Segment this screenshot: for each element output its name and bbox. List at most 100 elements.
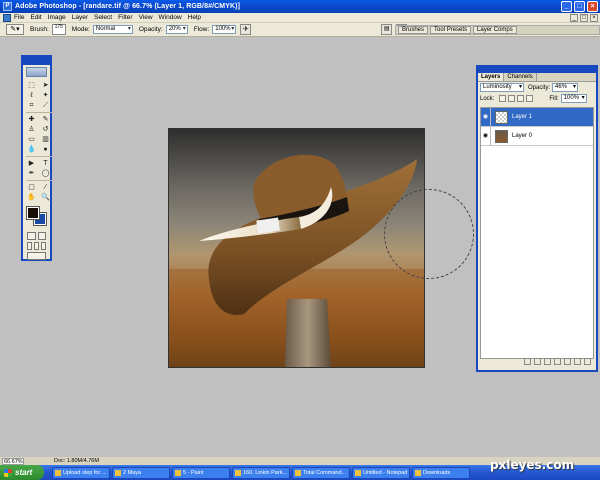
link-layers-icon[interactable]	[524, 358, 531, 365]
new-group-icon[interactable]	[564, 358, 571, 365]
eye-icon[interactable]: ◉	[481, 107, 491, 127]
lock-pixels-icon[interactable]	[508, 95, 516, 102]
menu-select[interactable]: Select	[94, 14, 112, 21]
taskbar-item[interactable]: Untitled - Notepad	[352, 466, 410, 479]
menu-file[interactable]: File	[14, 14, 24, 21]
dodge-tool-icon[interactable]: ●	[40, 145, 51, 154]
trash-icon[interactable]	[584, 358, 591, 365]
toolbox-header[interactable]	[23, 57, 50, 65]
standard-mode-icon[interactable]	[27, 232, 36, 240]
watermark: pxleyes.com	[490, 458, 575, 472]
menu-filter[interactable]: Filter	[118, 14, 132, 21]
opacity-label: Opacity:	[138, 26, 163, 33]
adjustment-layer-icon[interactable]	[554, 358, 561, 365]
brush-picker[interactable]: 175	[51, 24, 66, 35]
blend-row: Luminosity Opacity: 46%	[478, 82, 596, 93]
path-selection-tool-icon[interactable]: ▶	[26, 159, 37, 168]
layer-opacity-field[interactable]: 46%	[552, 83, 579, 92]
tab-tool-presets[interactable]: Tool Presets	[430, 26, 472, 34]
tab-brushes[interactable]: Brushes	[398, 26, 429, 34]
menu-view[interactable]: View	[139, 14, 153, 21]
full-screen-icon[interactable]	[41, 242, 46, 250]
zoom-field[interactable]: 66.67%	[2, 457, 24, 465]
eyedropper-tool-icon[interactable]: ⁄	[40, 183, 51, 192]
menu-layer[interactable]: Layer	[72, 14, 88, 21]
opacity-field[interactable]: 20%	[165, 25, 188, 34]
brush-icon[interactable]: ✎▾	[6, 24, 24, 35]
menu-image[interactable]: Image	[48, 14, 66, 21]
clone-stamp-tool-icon[interactable]: ♙	[26, 125, 37, 134]
doc-minimize-button[interactable]: _	[570, 14, 578, 22]
move-tool-icon[interactable]: ➤	[40, 81, 51, 90]
title-bar: P Adobe Photoshop - [randare.tif @ 66.7%…	[0, 0, 600, 13]
magic-wand-tool-icon[interactable]: ✦	[40, 91, 51, 100]
windows-flag-icon	[4, 468, 12, 477]
blend-mode-select[interactable]: Luminosity	[480, 83, 524, 92]
menu-window[interactable]: Window	[159, 14, 182, 21]
browser-icon	[55, 469, 61, 476]
layer-row[interactable]: ◉ Layer 1	[481, 107, 593, 127]
mode-select[interactable]: Normal	[92, 25, 133, 34]
lock-position-icon[interactable]	[517, 95, 525, 102]
crop-tool-icon[interactable]: ⌗	[26, 101, 37, 110]
notes-tool-icon[interactable]: ▢	[26, 183, 37, 192]
taskbar-item[interactable]: Downloads	[412, 466, 470, 479]
standard-screen-icon[interactable]	[27, 242, 32, 250]
notepad-icon	[355, 469, 361, 476]
imageready-jump-icon[interactable]	[27, 252, 46, 260]
fence-post	[285, 299, 331, 367]
eye-icon[interactable]: ◉	[481, 126, 491, 146]
slice-tool-icon[interactable]: ⟋	[40, 101, 51, 110]
brush-size: 175	[54, 24, 63, 30]
toolbox-logo[interactable]	[26, 67, 47, 77]
airbrush-icon[interactable]: ✈	[240, 24, 252, 35]
layer-opacity-label: Opacity:	[528, 84, 551, 91]
start-button[interactable]: start	[0, 465, 44, 480]
taskbar-item[interactable]: Total Command...	[292, 466, 350, 479]
layer-mask-icon[interactable]	[544, 358, 551, 365]
quick-mask-mode-icon[interactable]	[37, 232, 46, 240]
lock-all-icon[interactable]	[526, 95, 534, 102]
layer-style-icon[interactable]	[534, 358, 541, 365]
healing-brush-tool-icon[interactable]: ✚	[26, 115, 37, 124]
minimize-button[interactable]: _	[561, 1, 572, 12]
document-icon[interactable]	[3, 13, 11, 22]
lock-label: Lock:	[480, 95, 495, 102]
pen-tool-icon[interactable]: ✒	[26, 169, 37, 178]
layers-list: ◉ Layer 1 ◉ Layer 0	[480, 107, 594, 359]
close-button[interactable]: ×	[587, 1, 598, 12]
lock-transparency-icon[interactable]	[499, 95, 507, 102]
shape-tool-icon[interactable]: ◯	[40, 169, 51, 178]
marquee-tool-icon[interactable]: ⬚	[26, 81, 37, 90]
doc-restore-button[interactable]: □	[580, 14, 588, 22]
taskbar-item[interactable]: 160. Linkin Park...	[232, 466, 290, 479]
fill-field[interactable]: 100%	[560, 94, 587, 103]
lasso-tool-icon[interactable]: ℓ	[26, 91, 37, 100]
doc-close-button[interactable]: ×	[590, 14, 598, 22]
eraser-tool-icon[interactable]: ▭	[26, 135, 37, 144]
full-screen-menu-icon[interactable]	[34, 242, 39, 250]
taskbar-item[interactable]: 5 - Paint	[172, 466, 230, 479]
menu-edit[interactable]: Edit	[30, 14, 41, 21]
foreground-color[interactable]	[26, 206, 40, 220]
flow-field[interactable]: 100%	[212, 25, 237, 34]
file-browser-icon[interactable]: ▤	[381, 24, 393, 35]
type-tool-icon[interactable]: T	[40, 159, 51, 168]
new-layer-icon[interactable]	[574, 358, 581, 365]
brush-tool-icon[interactable]: ✎	[40, 115, 51, 124]
gradient-tool-icon[interactable]: ▥	[40, 135, 51, 144]
maximize-button[interactable]: □	[574, 1, 585, 12]
taskbar-item[interactable]: 2 Maya	[112, 466, 170, 479]
tab-channels[interactable]: Channels	[504, 73, 537, 81]
blur-tool-icon[interactable]: 💧	[26, 145, 37, 154]
history-brush-tool-icon[interactable]: ↺	[40, 125, 51, 134]
doc-size: Doc: 1.80M/4.76M	[54, 458, 99, 464]
tab-layers[interactable]: Layers	[478, 73, 505, 81]
taskbar-item[interactable]: Upload step for ...	[52, 466, 110, 479]
tab-layer-comps[interactable]: Layer Comps	[473, 26, 517, 34]
zoom-tool-icon[interactable]: 🔍	[40, 193, 51, 202]
hand-tool-icon[interactable]: ✋	[26, 193, 37, 202]
toolbox-icons: ⬚ ➤ ℓ ✦ ⌗ ⟋ ✚ ✎ ♙ ↺ ▭ ▥ 💧 ● ▶ T ✒ ◯ ▢ ⁄ …	[23, 79, 52, 204]
menu-help[interactable]: Help	[188, 14, 201, 21]
layer-row[interactable]: ◉ Layer 0	[481, 126, 593, 146]
